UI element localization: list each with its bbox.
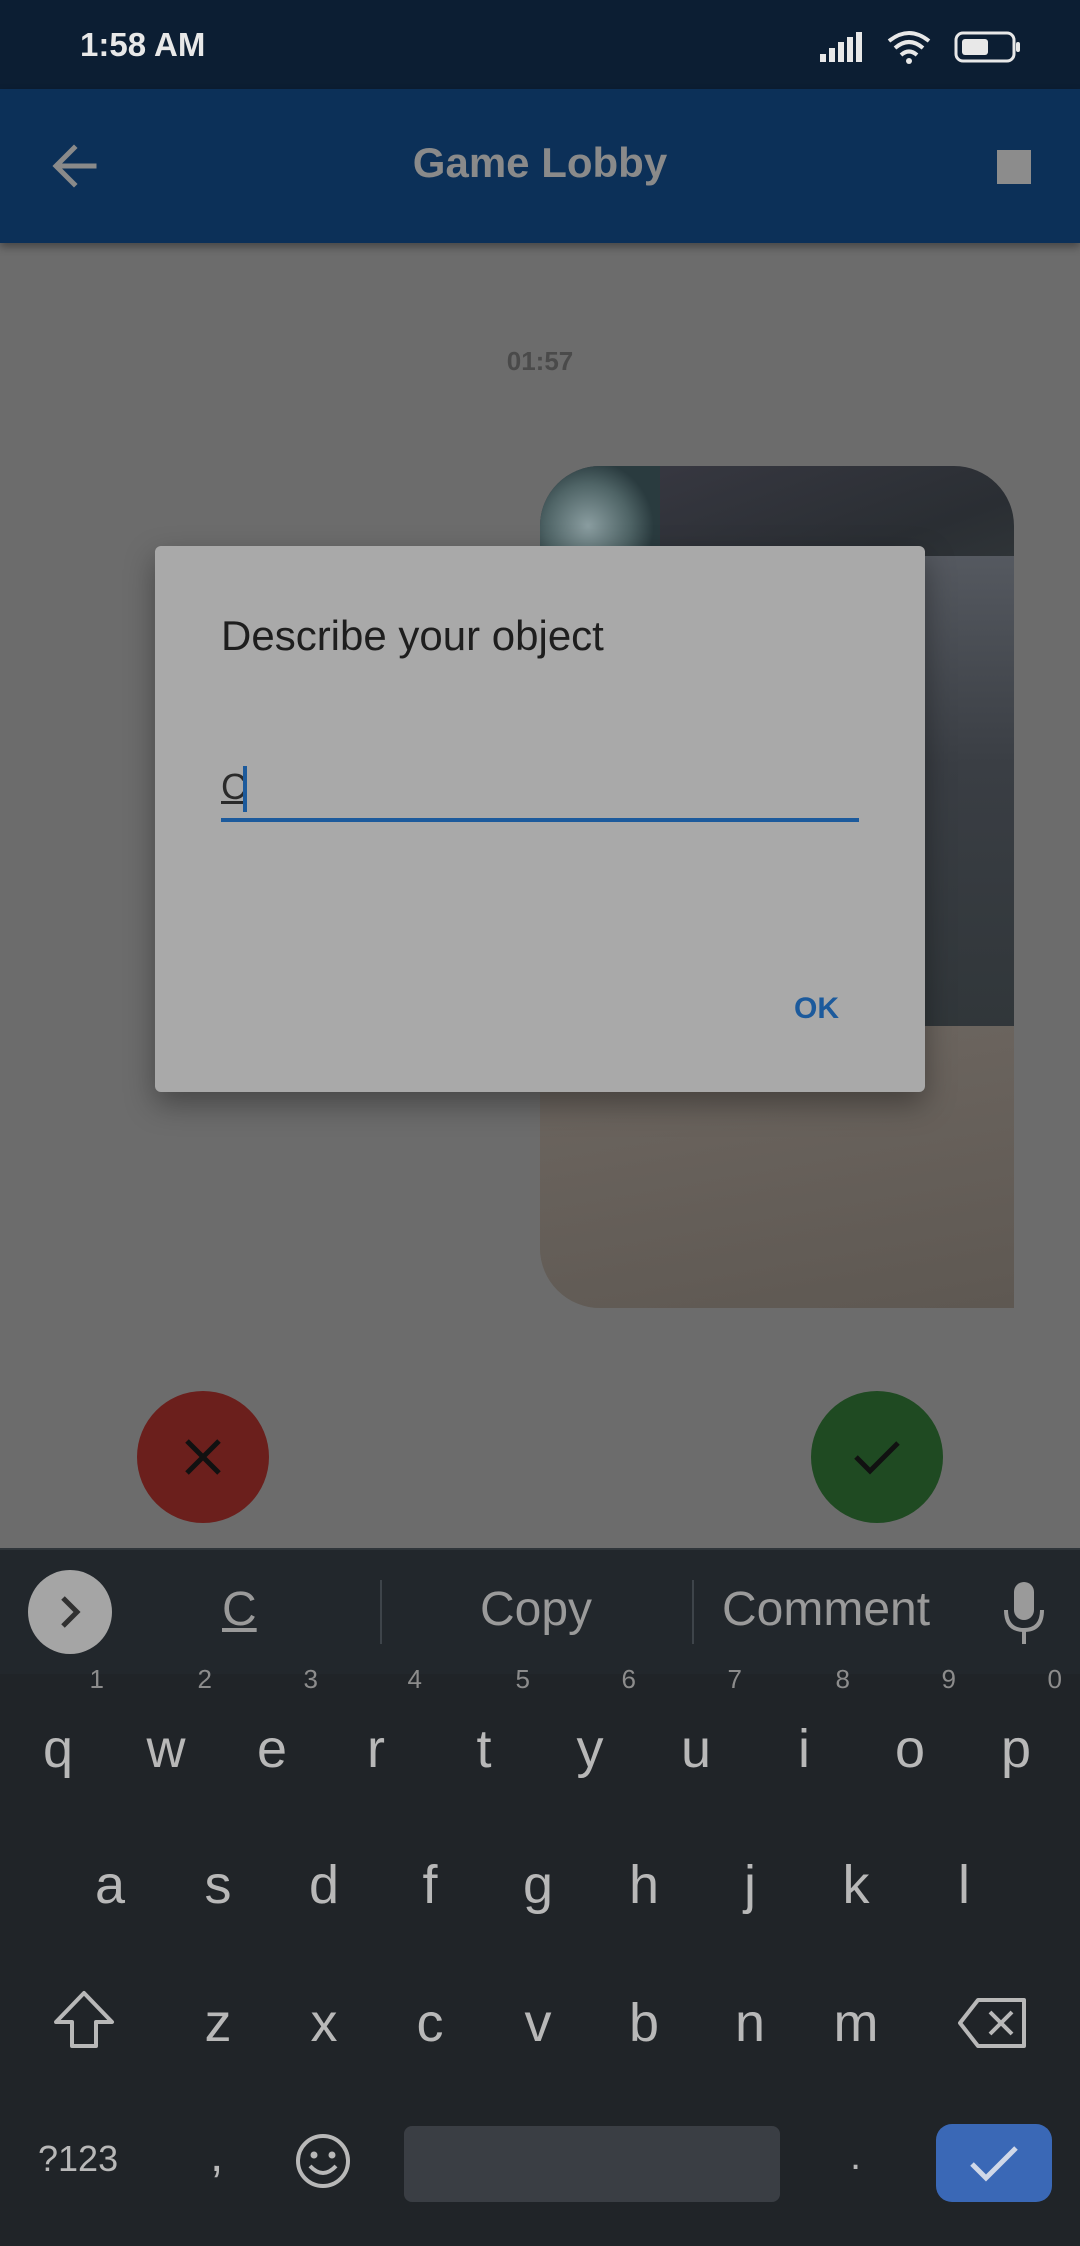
key-c[interactable]: c [380,1968,480,2078]
key-z[interactable]: z [168,1968,268,2078]
backspace-key[interactable] [956,1996,1030,2055]
key-m[interactable]: m [806,1968,906,2078]
done-key[interactable] [936,2124,1052,2202]
key-x[interactable]: x [274,1968,374,2078]
object-description-input[interactable] [221,756,859,822]
key-q[interactable]: q1 [8,1666,108,1804]
key-o[interactable]: o9 [860,1666,960,1804]
check-icon [970,2146,1018,2182]
key-r[interactable]: r4 [326,1666,426,1804]
emoji-icon [296,2134,350,2188]
status-icons [820,30,1022,64]
key-g[interactable]: g [488,1830,588,1940]
reject-button[interactable] [137,1391,269,1523]
key-l[interactable]: l [914,1830,1014,1940]
dialog-title: Describe your object [221,612,604,659]
microphone-icon[interactable] [1000,1578,1048,1648]
ok-button[interactable]: OK [794,992,839,1026]
key-b[interactable]: b [594,1968,694,2078]
key-f[interactable]: f [380,1830,480,1940]
symbols-key[interactable]: ?123 [38,2138,118,2180]
battery-icon [954,31,1020,63]
emoji-key[interactable] [294,2132,352,2195]
key-k[interactable]: k [806,1830,906,1940]
key-s[interactable]: s [168,1830,268,1940]
period-key[interactable]: . [850,2134,861,2179]
key-w[interactable]: w2 [116,1666,216,1804]
keyboard: C Copy Comment q1 w2 e3 r4 t5 y6 u7 i8 o… [0,1548,1080,2246]
shift-icon [54,1991,114,2048]
status-bar: 1:58 AM [0,0,1080,89]
chevron-right-icon [61,1596,81,1628]
key-a[interactable]: a [60,1830,160,1940]
comma-key[interactable]: , [210,2128,223,2183]
key-y[interactable]: y6 [540,1666,640,1804]
wifi-icon [887,31,931,64]
key-i[interactable]: i8 [754,1666,854,1804]
key-u[interactable]: u7 [646,1666,746,1804]
shift-key[interactable] [50,1988,118,2057]
accept-button[interactable] [811,1391,943,1523]
status-time: 1:58 AM [80,26,206,63]
key-t[interactable]: t5 [434,1666,534,1804]
text-cursor [243,766,247,812]
key-h[interactable]: h [594,1830,694,1940]
key-p[interactable]: p0 [966,1666,1066,1804]
page-title: Game Lobby [412,139,668,186]
close-icon [185,1439,221,1475]
signal-icon [820,32,862,62]
expand-toolbar-button[interactable] [28,1570,112,1654]
app-bar: Game Lobby [0,89,1080,243]
key-n[interactable]: n [700,1968,800,2078]
space-key[interactable] [404,2126,780,2202]
stop-button[interactable] [997,150,1031,184]
key-v[interactable]: v [488,1968,588,2078]
suggestion-bar: C Copy Comment [0,1548,1080,1674]
suggestion-1[interactable]: C [222,1582,257,1637]
describe-object-dialog: Describe your object OK [155,546,925,1092]
key-d[interactable]: d [274,1830,374,1940]
suggestion-3[interactable]: Comment [722,1582,930,1637]
key-e[interactable]: e3 [222,1666,322,1804]
timer: 01:57 [506,346,574,376]
key-j[interactable]: j [700,1830,800,1940]
backspace-icon [958,1998,1026,2048]
check-icon [854,1441,900,1475]
suggestion-2[interactable]: Copy [480,1582,592,1637]
